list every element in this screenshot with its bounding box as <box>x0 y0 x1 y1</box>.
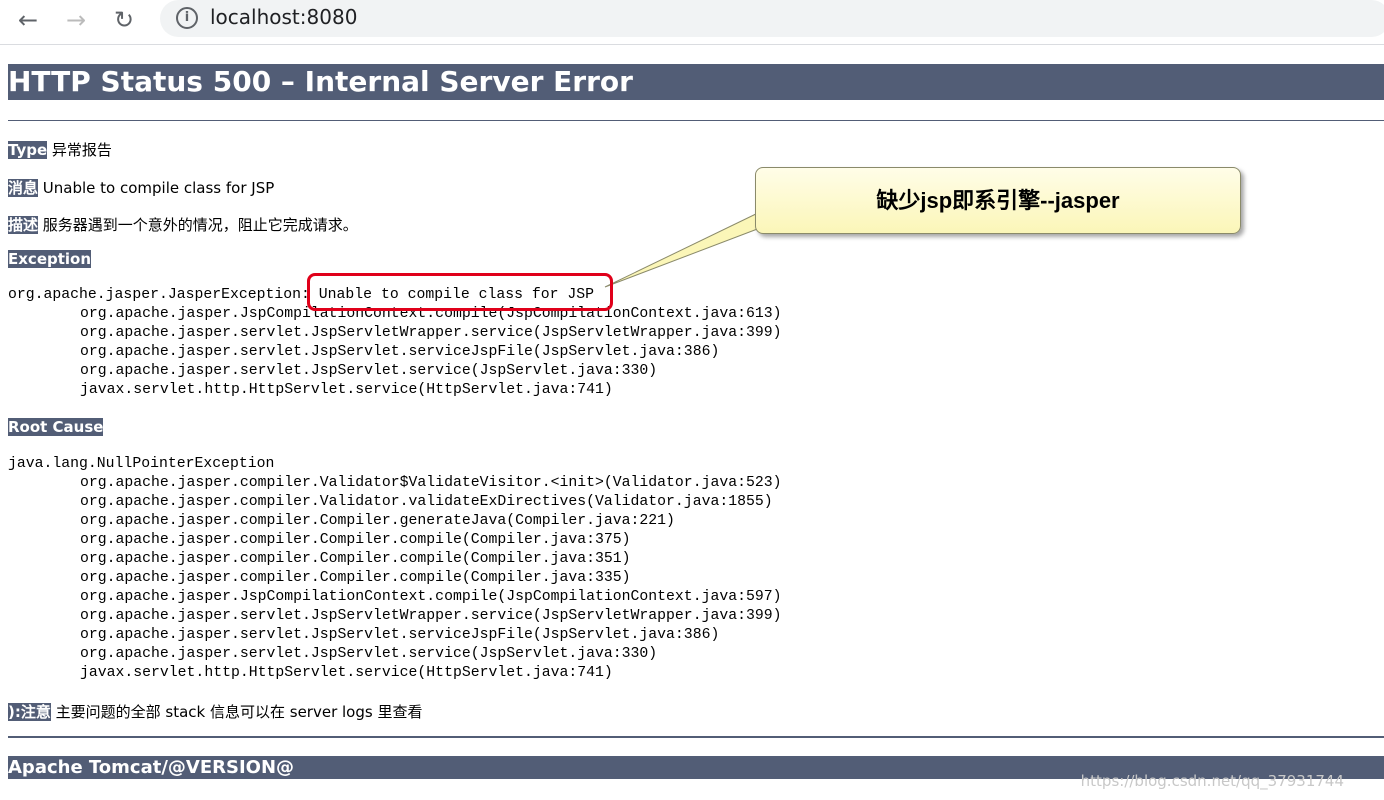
annotation-callout: 缺少jsp即系引擎--jasper <box>755 167 1241 234</box>
highlight-box <box>307 273 613 311</box>
callout-pointer <box>604 211 761 288</box>
